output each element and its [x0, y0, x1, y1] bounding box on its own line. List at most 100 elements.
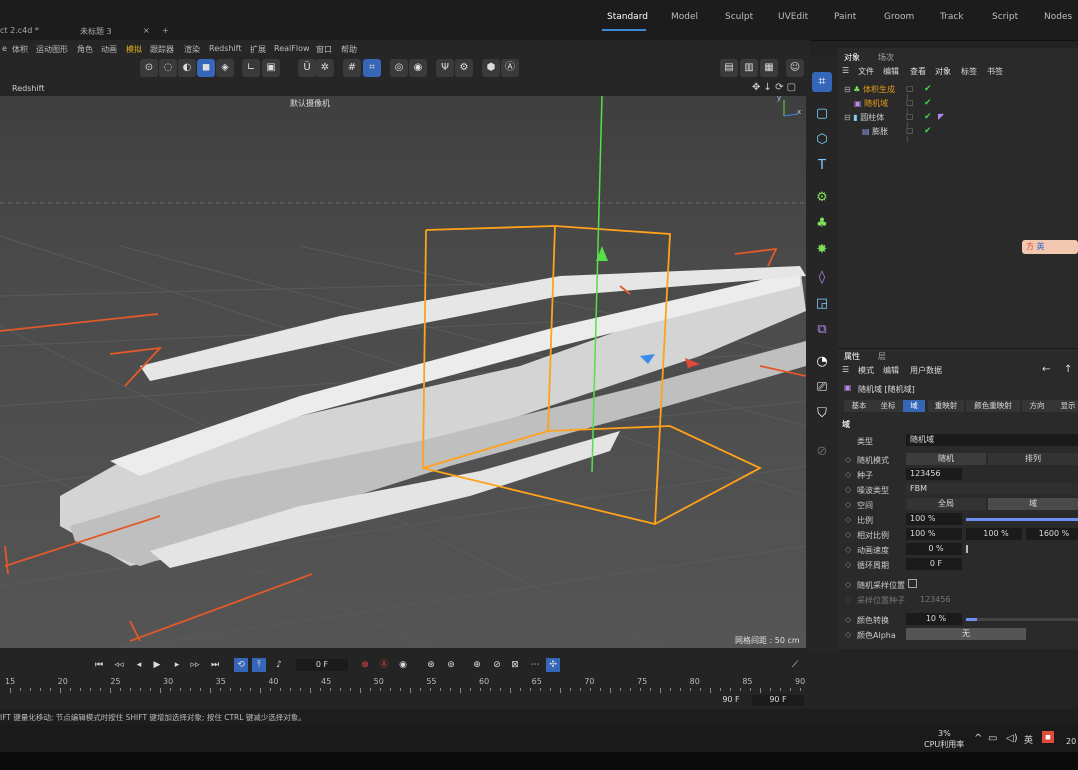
subtab-basic[interactable]: 基本	[844, 400, 874, 412]
end-frame-a[interactable]: 90 F	[716, 695, 746, 706]
om-menu-file[interactable]: 文件	[858, 66, 874, 77]
color-alpha-dropdown[interactable]: 无	[906, 628, 1026, 640]
viewport-renderer[interactable]: Redshift	[12, 84, 44, 93]
render-icon[interactable]: ◉	[409, 59, 427, 77]
loop-period-input[interactable]: 0 F	[906, 558, 962, 570]
workspace-paint[interactable]: Paint	[834, 12, 856, 22]
scale-icon[interactable]: ◐	[178, 59, 196, 77]
menu-animation[interactable]: 动画	[101, 44, 117, 55]
tab-objects[interactable]: 对象	[844, 52, 860, 63]
object-name[interactable]: 膨胀	[872, 127, 888, 136]
ime-toolbar[interactable]: 方 英	[1022, 240, 1078, 254]
deform-icon[interactable]: Ψ	[436, 59, 454, 77]
relative-scale-y-input[interactable]: 100 %	[966, 528, 1022, 540]
object-row-random-field[interactable]: ▣ 随机域 ▢ ⁝ ✔	[854, 98, 932, 116]
keyframe-dot-icon[interactable]: ◇	[845, 595, 851, 604]
attr-hamburger-icon[interactable]: ☰	[842, 365, 849, 374]
enabled-check-icon[interactable]: ✔	[924, 98, 932, 108]
tab-attributes[interactable]: 属性	[844, 351, 860, 362]
menu-prefix[interactable]: e	[2, 44, 7, 53]
subtab-coord[interactable]: 坐标	[873, 400, 903, 412]
menu-extensions[interactable]: 扩展	[250, 44, 266, 55]
back-arrow-icon[interactable]: ←	[1042, 364, 1050, 375]
tab-layers[interactable]: 层	[878, 351, 886, 362]
enabled-check-icon[interactable]: ✔	[924, 126, 932, 136]
om-menu-bookmarks[interactable]: 书签	[987, 66, 1003, 77]
render-region-icon[interactable]: ▤	[720, 59, 738, 77]
object-mode-icon[interactable]: ◼	[197, 59, 215, 77]
up-arrow-icon[interactable]: ↑	[1064, 364, 1072, 375]
timeline-ruler[interactable]: 15 20 25 30 35 40 45 50 55 60 65 70 75 80 85 90	[0, 652, 810, 693]
keyframe-dot-icon[interactable]: ◇	[845, 615, 851, 624]
collapse-icon[interactable]: ⊟	[844, 113, 851, 122]
field-icon[interactable]: ◊	[812, 268, 832, 288]
color-transform-slider[interactable]	[966, 618, 1078, 621]
keyframe-dot-icon[interactable]: ◇	[845, 630, 851, 639]
rotate-icon[interactable]: ◌	[159, 59, 177, 77]
space-field-button[interactable]: 域	[988, 498, 1078, 510]
keyframe-dot-icon[interactable]: ◇	[845, 500, 851, 509]
object-row-cylinder[interactable]: ⊟ ▮ 圆柱体 ▢ ⁝ ✔ ◤	[844, 112, 944, 130]
workspace-script[interactable]: Script	[992, 12, 1018, 22]
anim-speed-slider[interactable]	[966, 545, 968, 553]
attr-menu-edit[interactable]: 编辑	[883, 365, 899, 376]
menu-render[interactable]: 渲染	[184, 44, 200, 55]
workspace-model[interactable]: Model	[671, 12, 698, 22]
object-name[interactable]: 随机域	[864, 99, 888, 108]
menu-window[interactable]: 窗口	[316, 44, 332, 55]
end-frame-b[interactable]: 90 F	[752, 695, 804, 706]
add-tab-icon[interactable]: +	[162, 26, 169, 35]
keyframe-dot-icon[interactable]: ◇	[845, 485, 851, 494]
subtab-direction[interactable]: 方向	[1022, 400, 1052, 412]
tray-ime[interactable]: 英	[1024, 733, 1033, 746]
menu-help[interactable]: 帮助	[341, 44, 357, 55]
keyframe-dot-icon[interactable]: ◇	[845, 530, 851, 539]
tab-takes[interactable]: 场次	[878, 52, 894, 63]
random-sample-checkbox[interactable]	[908, 579, 917, 588]
mode-random-button[interactable]: 随机	[906, 453, 986, 465]
om-menu-edit[interactable]: 编辑	[883, 66, 899, 77]
picture-viewer-icon[interactable]: ☺	[786, 59, 804, 77]
deformer-icon[interactable]: ⧉	[812, 320, 832, 340]
subtab-remap[interactable]: 重映射	[928, 400, 964, 412]
camera-label[interactable]: 默认摄像机	[290, 98, 330, 109]
rectangle-icon[interactable]: ▢	[812, 104, 832, 124]
workspace-groom[interactable]: Groom	[884, 12, 914, 22]
collapse-icon[interactable]: ⊟	[844, 85, 851, 94]
mode-sort-button[interactable]: 排列	[988, 453, 1078, 465]
text-icon[interactable]: T	[812, 156, 832, 176]
workspace-sculpt[interactable]: Sculpt	[725, 12, 753, 22]
subtab-display[interactable]: 显示	[1052, 400, 1078, 412]
menu-redshift[interactable]: Redshift	[209, 44, 241, 53]
grid-snap-icon[interactable]: #	[343, 59, 361, 77]
axis-icon[interactable]: ∟	[242, 59, 260, 77]
spline-pen-icon[interactable]: ⌗	[812, 72, 832, 92]
tag-icon[interactable]: ◤	[938, 112, 944, 121]
keyframe-dot-icon[interactable]: ◇	[845, 455, 851, 464]
3d-viewport[interactable]: 默认摄像机 网格间距 : 50 cm y x	[0, 96, 806, 648]
network-icon[interactable]: ▭	[988, 733, 997, 744]
object-name[interactable]: 圆柱体	[860, 113, 884, 122]
scale-slider[interactable]	[966, 518, 1078, 521]
points-mode-icon[interactable]: ◈	[216, 59, 234, 77]
cloner-icon[interactable]: ⚙	[812, 188, 832, 208]
seed-input[interactable]: 123456	[906, 468, 962, 480]
workspace-standard[interactable]: Standard	[607, 12, 648, 22]
keyframe-dot-icon[interactable]: ◇	[845, 515, 851, 524]
enabled-check-icon[interactable]: ✔	[924, 84, 932, 94]
relative-scale-z-input[interactable]: 1600 %	[1026, 528, 1078, 540]
relative-scale-x-input[interactable]: 100 %	[906, 528, 962, 540]
attr-menu-userdata[interactable]: 用户数据	[910, 365, 942, 376]
settings-icon[interactable]: ⚙	[455, 59, 473, 77]
camera-icon[interactable]: ⎚	[812, 378, 832, 398]
attr-menu-mode[interactable]: 模式	[858, 365, 874, 376]
effector-icon[interactable]: ✸	[812, 240, 832, 260]
om-menu-tags[interactable]: 标签	[961, 66, 977, 77]
workspace-track[interactable]: Track	[940, 12, 964, 22]
menu-tracker[interactable]: 跟踪器	[150, 44, 174, 55]
render-settings-icon[interactable]: ▦	[760, 59, 778, 77]
anim-speed-input[interactable]: 0 %	[906, 543, 962, 555]
workplane-icon[interactable]: ▣	[262, 59, 280, 77]
menu-realflow[interactable]: RealFlow	[274, 44, 310, 53]
magnet-icon[interactable]: Ü	[298, 59, 316, 77]
